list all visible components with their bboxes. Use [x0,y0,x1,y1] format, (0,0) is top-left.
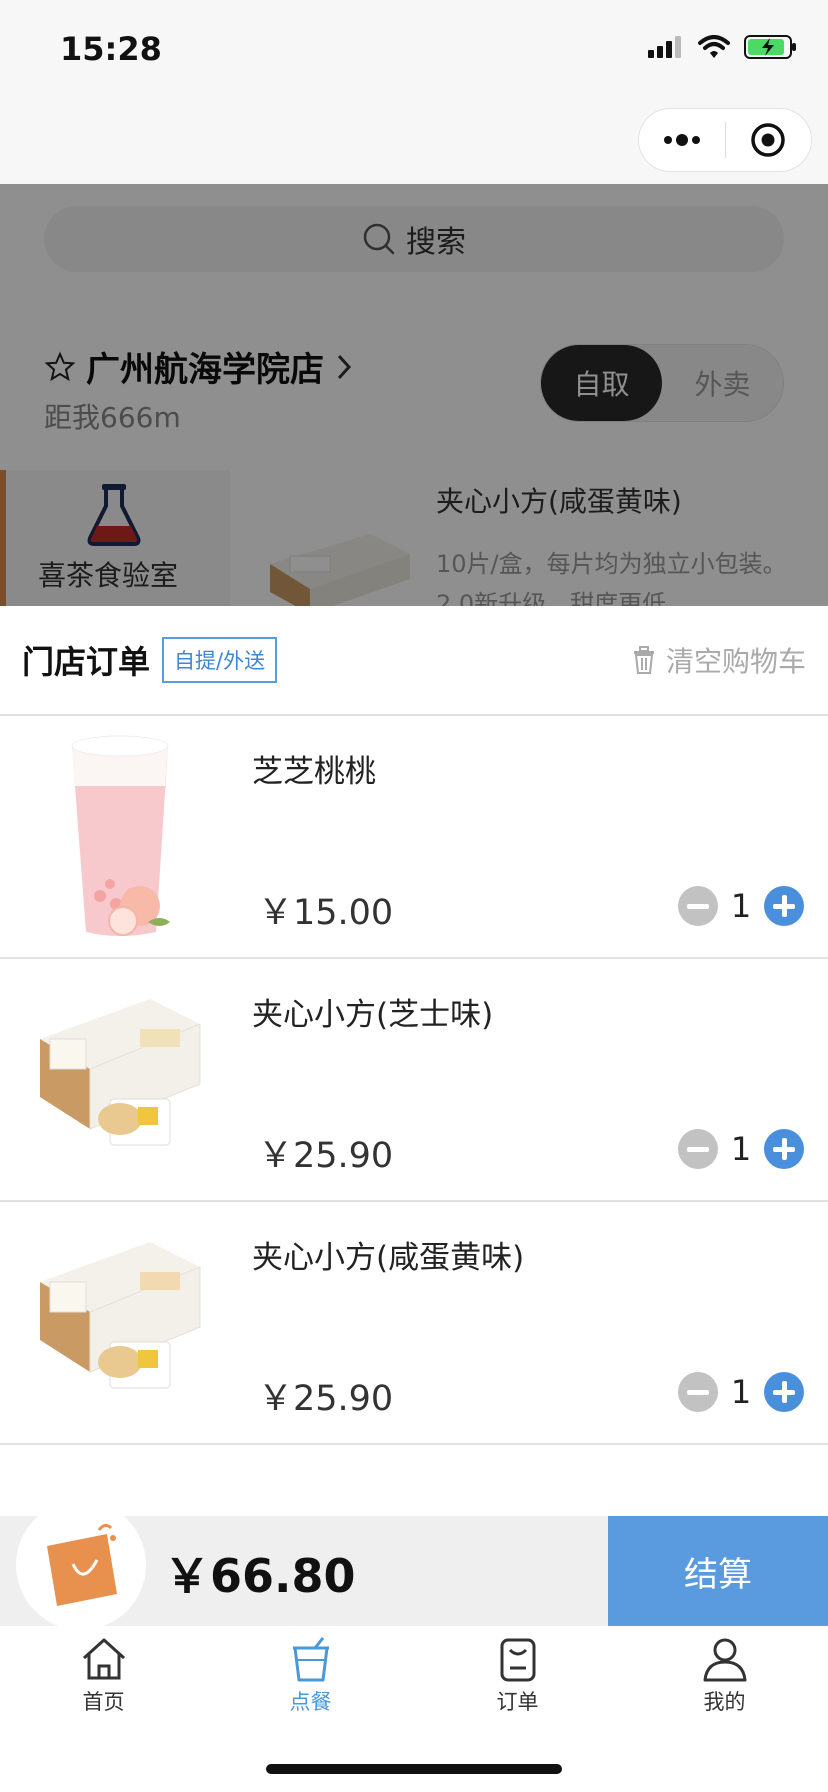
cart-item: 夹心小方(咸蛋黄味) ￥25.90 1 [0,1202,828,1445]
status-bar: 15:28 [0,0,828,184]
tab-label: 订单 [496,1690,539,1714]
plus-icon-vertical [781,1138,787,1160]
modal-overlay[interactable] [0,184,828,606]
tab-label: 点餐 [289,1690,332,1714]
increase-button[interactable] [764,1372,804,1412]
increase-button[interactable] [764,886,804,926]
tab-orders[interactable]: 订单 [414,1636,621,1716]
decrease-button[interactable] [678,1129,718,1169]
minus-icon [687,1389,709,1395]
status-icons [648,34,798,60]
cart-bag-button[interactable] [16,1500,146,1630]
plus-icon-vertical [781,895,787,917]
plus-icon-vertical [781,1381,787,1403]
product-image-cheese-biscuit [40,999,201,1146]
tab-order-food[interactable]: 点餐 [207,1636,414,1716]
cart-item-name: 芝芝桃桃 [252,754,376,790]
battery-icon [744,35,796,59]
clear-cart-label: 清空购物车 [665,645,806,678]
cart-item-name: 夹心小方(咸蛋黄味) [252,1240,525,1276]
quantity-value: 1 [730,1373,752,1411]
cart-item-price: ￥25.90 [258,1136,394,1176]
trash-icon [633,646,654,674]
checkout-bar: ￥66.80 结算 [0,1500,828,1630]
cart-total: ￥66.80 [164,1549,356,1603]
cart-header: 门店订单 自提/外送 清空购物车 [0,606,828,716]
tab-home[interactable]: 首页 [0,1636,207,1716]
cart-item-price: ￥15.00 [258,893,394,933]
wifi-icon [698,35,730,58]
more-button[interactable] [639,109,725,171]
cart-item-name: 夹心小方(芝士味) [252,997,494,1033]
more-dots-icon [663,134,700,146]
increase-button[interactable] [764,1129,804,1169]
cart-item: 芝芝桃桃 ￥15.00 1 [0,716,828,959]
quantity-stepper: 1 [678,1129,804,1169]
cart-item-price: ￥25.90 [258,1379,394,1419]
quantity-value: 1 [730,887,752,925]
target-icon [751,123,785,157]
order-icon [500,1638,535,1682]
checkout-button[interactable]: 结算 [608,1516,828,1626]
tab-label: 我的 [703,1690,746,1714]
user-icon [703,1638,746,1682]
quantity-value: 1 [730,1130,752,1168]
order-type-tag: 自提/外送 [162,637,278,683]
shopping-bag-icon [47,1523,117,1606]
signal-icon [648,36,681,58]
cart-sheet: 门店订单 自提/外送 清空购物车 芝芝桃桃 ￥15.00 1 夹心小方(芝士味)… [0,606,828,1516]
close-miniprogram-button[interactable] [726,109,812,171]
minus-icon [687,1146,709,1152]
decrease-button[interactable] [678,886,718,926]
cup-icon [292,1637,329,1682]
quantity-stepper: 1 [678,1372,804,1412]
home-indicator [266,1764,562,1774]
tab-label: 首页 [82,1690,125,1714]
quantity-stepper: 1 [678,886,804,926]
product-image-peach-tea [71,735,170,936]
miniprogram-capsule [638,108,812,172]
product-image-egg-yolk-biscuit [40,1242,201,1389]
cart-item: 夹心小方(芝士味) ￥25.90 1 [0,959,828,1202]
tab-profile[interactable]: 我的 [621,1636,828,1716]
decrease-button[interactable] [678,1372,718,1412]
clear-cart-button[interactable]: 清空购物车 [632,640,806,680]
cart-title: 门店订单 [22,643,151,681]
status-time: 15:28 [60,30,162,68]
minus-icon [687,903,709,909]
home-icon [82,1638,125,1680]
